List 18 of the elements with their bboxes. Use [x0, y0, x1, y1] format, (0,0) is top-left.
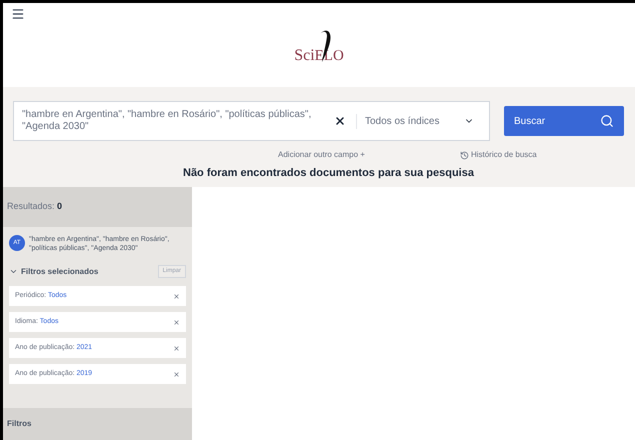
- filters-header: Filtros: [3, 408, 192, 440]
- remove-icon[interactable]: [173, 344, 180, 352]
- remove-icon[interactable]: [173, 292, 180, 300]
- index-select[interactable]: Todos os índices: [356, 114, 474, 128]
- filters-toggle[interactable]: Filtros selecionados: [9, 266, 98, 278]
- results-header: Resultados: 0: [3, 187, 192, 227]
- search-icon: [600, 114, 614, 128]
- search-button[interactable]: Buscar: [504, 106, 624, 136]
- remove-icon[interactable]: [173, 318, 180, 326]
- chevron-icon: [9, 267, 18, 276]
- clear-icon[interactable]: [334, 115, 346, 127]
- history-icon: [460, 150, 469, 160]
- add-field-link[interactable]: Adicionar outro campo +: [278, 149, 365, 161]
- no-results-message: Não foram encontrados documentos para sua pesquisa: [183, 166, 475, 181]
- search-field[interactable]: "hambre en Argentina", "hambre en Rosário", "políticas públicas", "Agenda 2030" Todos os índices: [13, 101, 490, 141]
- menu-icon[interactable]: [11, 7, 25, 21]
- search-history-link[interactable]: Histórico de busca: [460, 149, 537, 161]
- remove-icon[interactable]: [173, 370, 180, 378]
